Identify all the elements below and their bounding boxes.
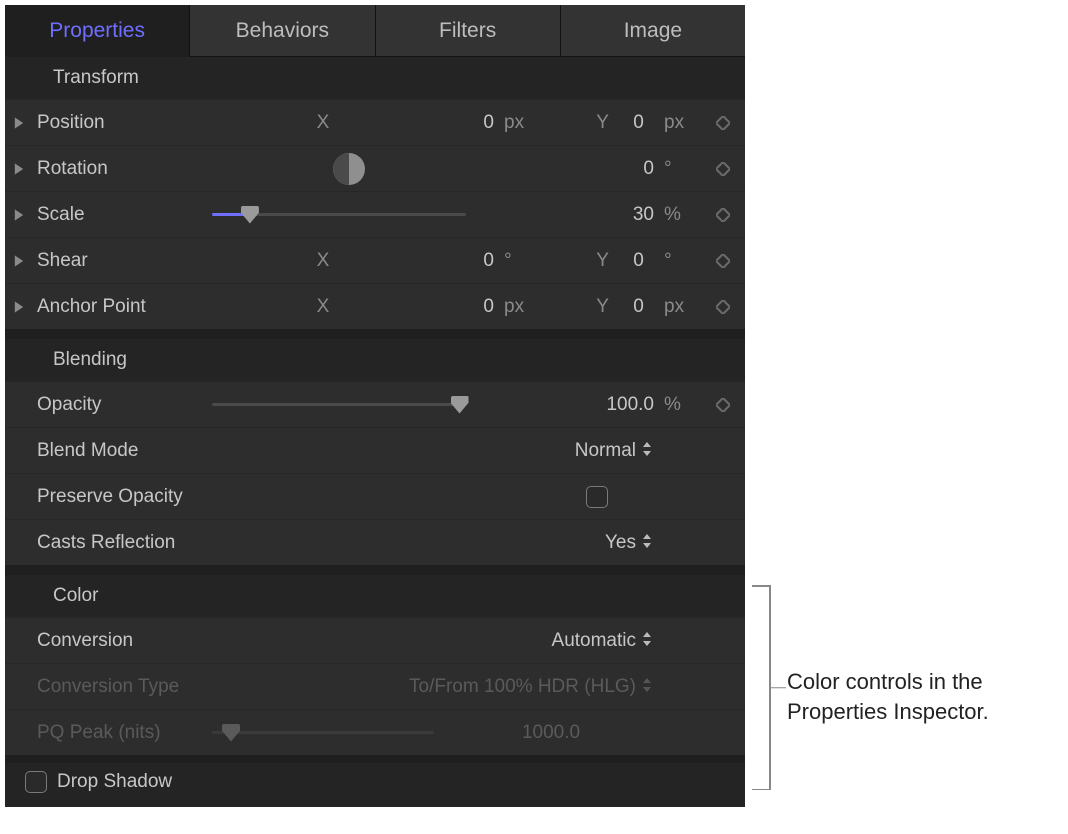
position-y-value[interactable]: 0 xyxy=(614,112,644,134)
tab-image[interactable]: Image xyxy=(561,5,745,57)
blend-mode-dropdown[interactable]: Normal xyxy=(575,440,652,462)
preserve-opacity-checkbox[interactable] xyxy=(586,486,608,508)
conversion-type-dropdown: To/From 100% HDR (HLG) xyxy=(409,676,652,698)
anchor-y-unit: px xyxy=(660,296,700,318)
inspector-tabs: Properties Behaviors Filters Image xyxy=(5,5,745,57)
row-drop-shadow[interactable]: Drop Shadow xyxy=(5,755,745,801)
position-x-unit: px xyxy=(500,112,580,134)
section-transform: Transform Position X 0 px Y 0 px Rotatio… xyxy=(5,57,745,329)
casts-reflection-value: Yes xyxy=(605,532,636,554)
properties-inspector: Properties Behaviors Filters Image Trans… xyxy=(5,5,745,807)
opacity-unit: % xyxy=(660,394,700,416)
axis-y: Y 0 xyxy=(580,250,660,272)
opacity-value[interactable]: 100.0 xyxy=(580,394,660,416)
tab-properties[interactable]: Properties xyxy=(5,5,190,57)
anchor-y-value[interactable]: 0 xyxy=(614,296,644,318)
shear-y-value[interactable]: 0 xyxy=(614,250,644,272)
row-opacity: Opacity 100.0 % xyxy=(5,381,745,427)
label-casts-reflection: Casts Reflection xyxy=(33,532,198,554)
casts-reflection-dropdown[interactable]: Yes xyxy=(605,532,652,554)
label-opacity: Opacity xyxy=(33,394,198,416)
section-header-transform[interactable]: Transform xyxy=(5,57,745,99)
callout-bracket xyxy=(752,585,786,790)
keyframe-button[interactable] xyxy=(700,162,745,176)
section-color: Color Conversion Automatic Conversion Ty… xyxy=(5,575,745,755)
callout-line2: Properties Inspector. xyxy=(787,697,989,727)
opacity-slider[interactable] xyxy=(208,393,470,417)
label-conversion: Conversion xyxy=(33,630,198,652)
shear-x-unit: ° xyxy=(500,250,580,272)
position-x-value[interactable]: 0 xyxy=(448,112,500,134)
keyframe-button[interactable] xyxy=(700,254,745,268)
dropdown-arrows-icon xyxy=(642,630,652,652)
rotation-value[interactable]: 0 xyxy=(580,158,660,180)
conversion-type-value: To/From 100% HDR (HLG) xyxy=(409,676,636,698)
anchor-x-value[interactable]: 0 xyxy=(448,296,500,318)
keyframe-button[interactable] xyxy=(700,116,745,130)
label-pq-peak: PQ Peak (nits) xyxy=(33,722,198,744)
drop-shadow-checkbox[interactable] xyxy=(25,771,47,793)
disclosure-icon[interactable] xyxy=(5,300,33,314)
callout-line1: Color controls in the xyxy=(787,667,989,697)
shear-x-value[interactable]: 0 xyxy=(448,250,500,272)
rotation-dial[interactable] xyxy=(198,153,500,185)
scale-value[interactable]: 30 xyxy=(580,204,660,226)
row-casts-reflection: Casts Reflection Yes xyxy=(5,519,745,565)
label-preserve-opacity: Preserve Opacity xyxy=(33,486,198,508)
callout-text: Color controls in the Properties Inspect… xyxy=(787,667,989,727)
row-scale: Scale 30 % xyxy=(5,191,745,237)
row-conversion-type: Conversion Type To/From 100% HDR (HLG) xyxy=(5,663,745,709)
label-drop-shadow: Drop Shadow xyxy=(57,771,172,793)
disclosure-icon[interactable] xyxy=(5,208,33,222)
row-preserve-opacity: Preserve Opacity xyxy=(5,473,745,519)
section-header-color[interactable]: Color xyxy=(5,575,745,617)
disclosure-icon[interactable] xyxy=(5,254,33,268)
section-blending: Blending Opacity 100.0 % Blend Mode xyxy=(5,339,745,565)
pq-peak-slider xyxy=(208,721,438,745)
tab-filters[interactable]: Filters xyxy=(376,5,561,57)
section-header-blending[interactable]: Blending xyxy=(5,339,745,381)
axis-y: Y 0 xyxy=(580,112,660,134)
disclosure-icon[interactable] xyxy=(5,116,33,130)
label-anchor: Anchor Point xyxy=(33,296,198,318)
anchor-x-unit: px xyxy=(500,296,580,318)
axis-x: X xyxy=(198,250,448,272)
label-position: Position xyxy=(33,112,198,134)
axis-x: X xyxy=(198,296,448,318)
tab-behaviors[interactable]: Behaviors xyxy=(190,5,375,57)
rotation-unit: ° xyxy=(660,158,700,180)
label-blend-mode: Blend Mode xyxy=(33,440,198,462)
keyframe-button[interactable] xyxy=(700,398,745,412)
row-blend-mode: Blend Mode Normal xyxy=(5,427,745,473)
blend-mode-value: Normal xyxy=(575,440,636,462)
row-conversion: Conversion Automatic xyxy=(5,617,745,663)
dropdown-arrows-icon xyxy=(642,440,652,462)
label-scale: Scale xyxy=(33,204,198,226)
pq-peak-value: 1000.0 xyxy=(448,722,660,744)
conversion-dropdown[interactable]: Automatic xyxy=(552,630,652,652)
disclosure-icon[interactable] xyxy=(5,162,33,176)
row-position: Position X 0 px Y 0 px xyxy=(5,99,745,145)
row-anchor-point: Anchor Point X 0 px Y 0 px xyxy=(5,283,745,329)
shear-y-unit: ° xyxy=(660,250,700,272)
dropdown-arrows-icon xyxy=(642,676,652,698)
keyframe-button[interactable] xyxy=(700,208,745,222)
dropdown-arrows-icon xyxy=(642,532,652,554)
scale-unit: % xyxy=(660,204,700,226)
section-title: Transform xyxy=(53,67,139,89)
position-y-unit: px xyxy=(660,112,700,134)
section-title: Blending xyxy=(53,349,127,371)
keyframe-button[interactable] xyxy=(700,300,745,314)
label-shear: Shear xyxy=(33,250,198,272)
scale-slider[interactable] xyxy=(208,203,470,227)
row-rotation: Rotation 0 ° xyxy=(5,145,745,191)
axis-y: Y 0 xyxy=(580,296,660,318)
row-shear: Shear X 0 ° Y 0 ° xyxy=(5,237,745,283)
label-conversion-type: Conversion Type xyxy=(33,676,198,698)
label-rotation: Rotation xyxy=(33,158,198,180)
axis-x: X xyxy=(198,112,448,134)
conversion-value: Automatic xyxy=(552,630,636,652)
row-pq-peak: PQ Peak (nits) 1000.0 xyxy=(5,709,745,755)
section-title: Color xyxy=(53,585,98,607)
